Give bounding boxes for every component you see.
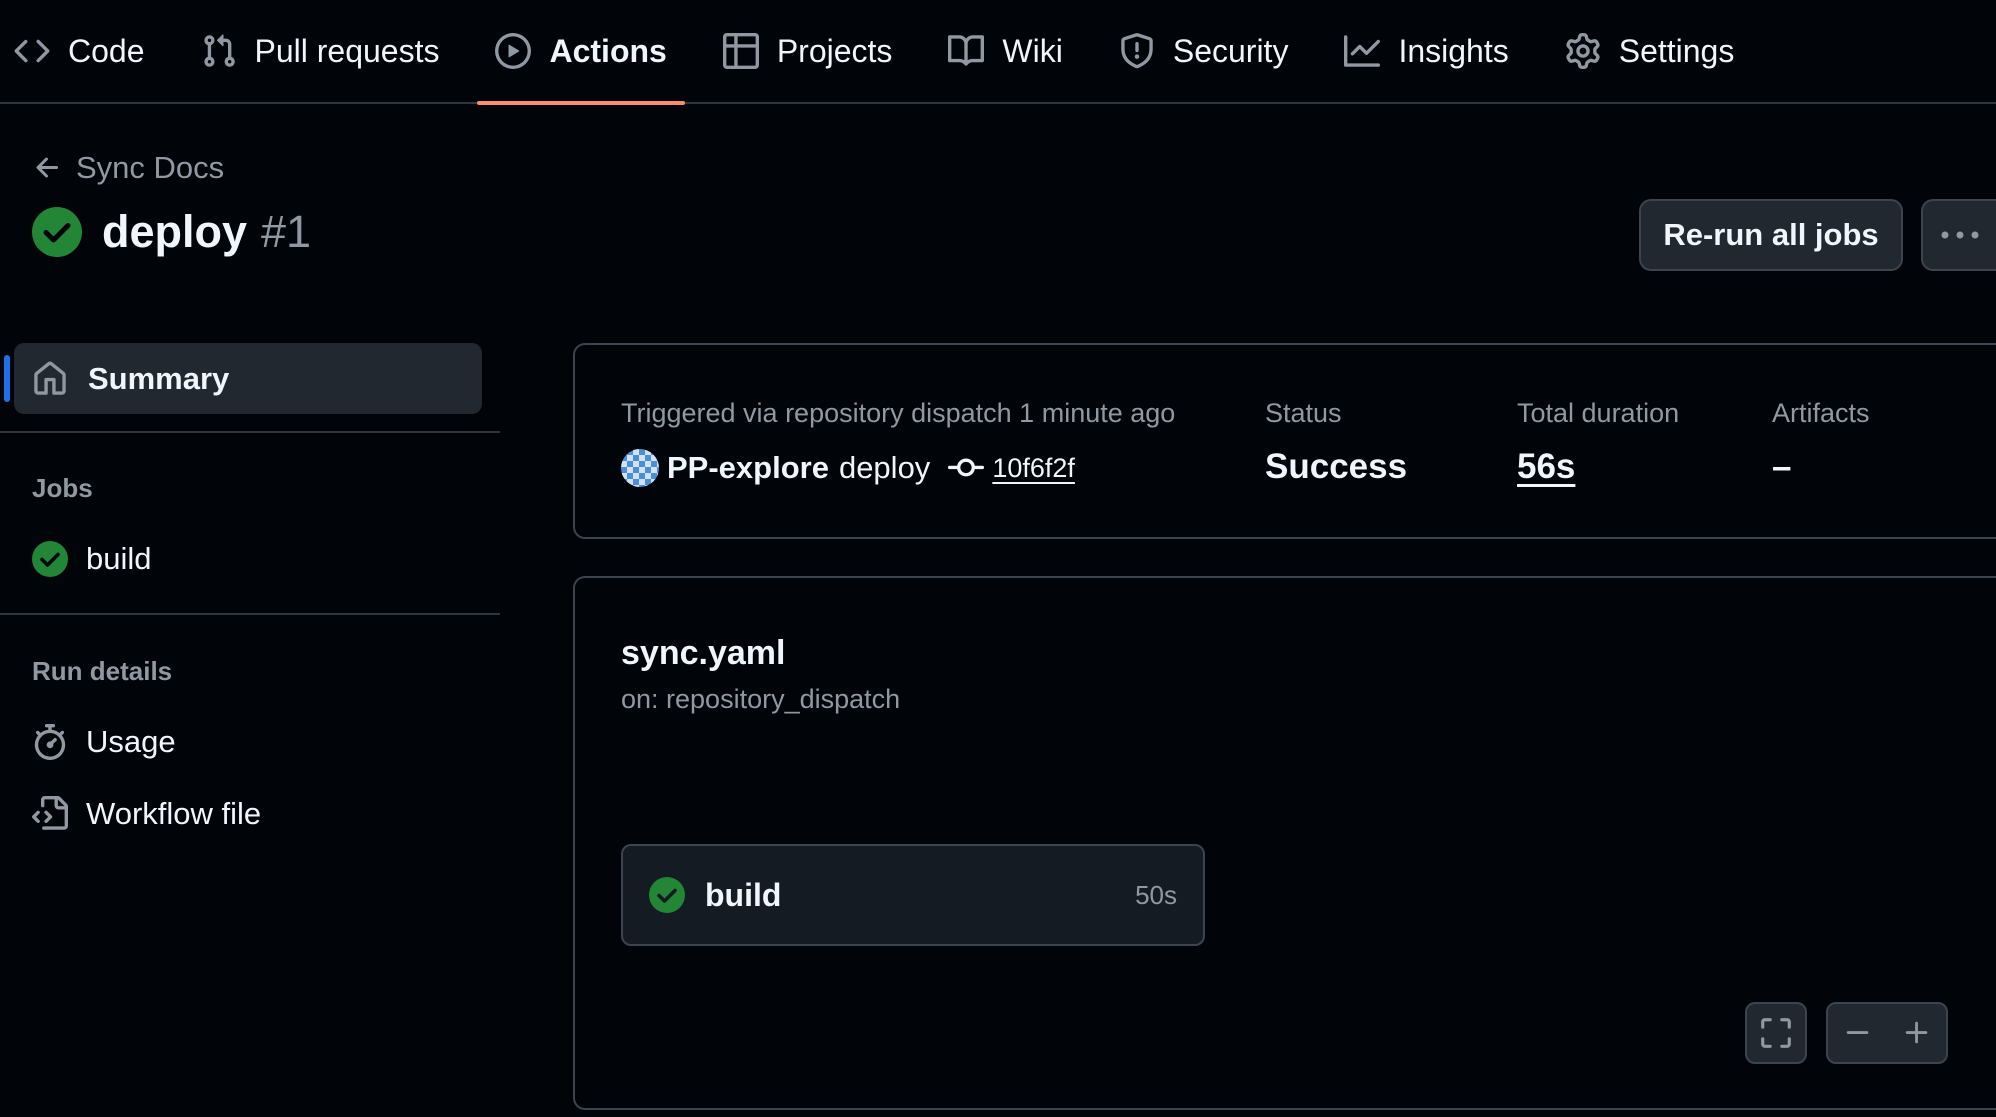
run-name: deploy [102, 206, 248, 257]
tab-security-label: Security [1172, 32, 1289, 69]
avatar[interactable] [621, 449, 659, 487]
tab-actions[interactable]: Actions [477, 0, 686, 105]
sidebar-item-summary-label: Summary [88, 360, 230, 396]
event-name: deploy [838, 450, 931, 485]
sidebar-divider [0, 613, 500, 615]
actor-name[interactable]: PP-explore [667, 450, 829, 486]
git-commit-icon [948, 458, 985, 477]
check-circle-success-icon [649, 877, 685, 913]
tab-insights[interactable]: Insights [1326, 0, 1526, 103]
check-circle-success-icon [32, 541, 68, 577]
tab-code-label: Code [68, 32, 145, 69]
trigger-text: Triggered via repository dispatch 1 minu… [621, 398, 1176, 428]
gear-icon [1565, 33, 1601, 69]
sidebar-item-usage[interactable]: Usage [32, 724, 176, 760]
sidebar-divider [0, 431, 500, 433]
tab-actions-label: Actions [549, 32, 667, 69]
tab-settings-label: Settings [1618, 32, 1735, 69]
page-title: deploy #1 [32, 206, 311, 258]
shield-icon [1119, 33, 1155, 69]
table-icon [722, 33, 759, 69]
status-value: Success [1265, 447, 1408, 486]
stopwatch-icon [32, 724, 68, 760]
tab-pull-requests-label: Pull requests [254, 32, 440, 69]
graph-icon [1344, 33, 1381, 69]
duration-label: Total duration [1517, 398, 1680, 428]
code-icon [14, 33, 50, 69]
job-node-build[interactable]: build 50s [621, 844, 1205, 946]
total-duration-link[interactable]: 56s [1517, 447, 1575, 487]
book-icon [948, 33, 985, 69]
rerun-all-jobs-button[interactable]: Re-run all jobs [1639, 199, 1903, 271]
fullscreen-button[interactable] [1745, 1002, 1807, 1064]
workflow-graph-card: sync.yaml on: repository_dispatch build … [573, 576, 1996, 1110]
jobs-heading: Jobs [32, 473, 93, 503]
screen-full-icon [1761, 1018, 1791, 1048]
sidebar-job-build-label: build [86, 541, 152, 576]
tab-projects-label: Projects [776, 32, 893, 69]
zoom-in-button[interactable] [1887, 1004, 1946, 1062]
status-label: Status [1265, 398, 1342, 428]
tab-code[interactable]: Code [14, 0, 163, 103]
more-options-button[interactable] [1921, 199, 1996, 271]
pull-request-icon [201, 33, 237, 69]
sidebar-item-usage-label: Usage [86, 724, 176, 759]
run-details-heading: Run details [32, 656, 173, 686]
arrow-left-icon [36, 157, 58, 178]
sidebar-item-workflow-file[interactable]: Workflow file [32, 796, 261, 832]
check-circle-success-icon [32, 207, 82, 257]
run-number: #1 [261, 206, 312, 257]
tab-pull-requests[interactable]: Pull requests [183, 0, 458, 103]
artifacts-value: – [1772, 447, 1792, 486]
tab-insights-label: Insights [1398, 32, 1509, 69]
zoom-out-button[interactable] [1828, 1004, 1887, 1062]
tab-security[interactable]: Security [1101, 0, 1307, 103]
back-link[interactable]: Sync Docs [32, 150, 224, 186]
artifacts-label: Artifacts [1772, 398, 1870, 428]
file-code-icon [32, 796, 68, 832]
repo-nav: Code Pull requests Actions Projects Wiki… [0, 0, 1996, 105]
job-node-name: build [705, 876, 782, 913]
sidebar-item-workflow-file-label: Workflow file [86, 796, 262, 831]
back-link-label: Sync Docs [76, 150, 225, 185]
sidebar-item-summary[interactable]: Summary [4, 343, 482, 414]
job-node-duration: 50s [1135, 879, 1177, 910]
workflow-file-name: sync.yaml [621, 634, 786, 672]
tab-settings[interactable]: Settings [1547, 0, 1753, 103]
dash-icon [1846, 1031, 1868, 1034]
tab-wiki-label: Wiki [1002, 32, 1063, 69]
zoom-controls [1826, 1002, 1948, 1064]
tab-projects[interactable]: Projects [705, 0, 911, 103]
commit-sha-link[interactable]: 10f6f2f [992, 453, 1075, 484]
run-summary-card: Triggered via repository dispatch 1 minu… [573, 343, 1996, 539]
sidebar-job-build[interactable]: build [32, 541, 152, 577]
tab-wiki[interactable]: Wiki [930, 0, 1080, 103]
play-circle-icon [495, 33, 532, 69]
trigger-row: PP-explore deploy 10f6f2f [621, 449, 1075, 487]
home-icon [34, 361, 66, 395]
workflow-trigger: on: repository_dispatch [621, 684, 901, 714]
kebab-horizontal-icon [1941, 231, 1978, 239]
plus-icon [1905, 1021, 1927, 1044]
